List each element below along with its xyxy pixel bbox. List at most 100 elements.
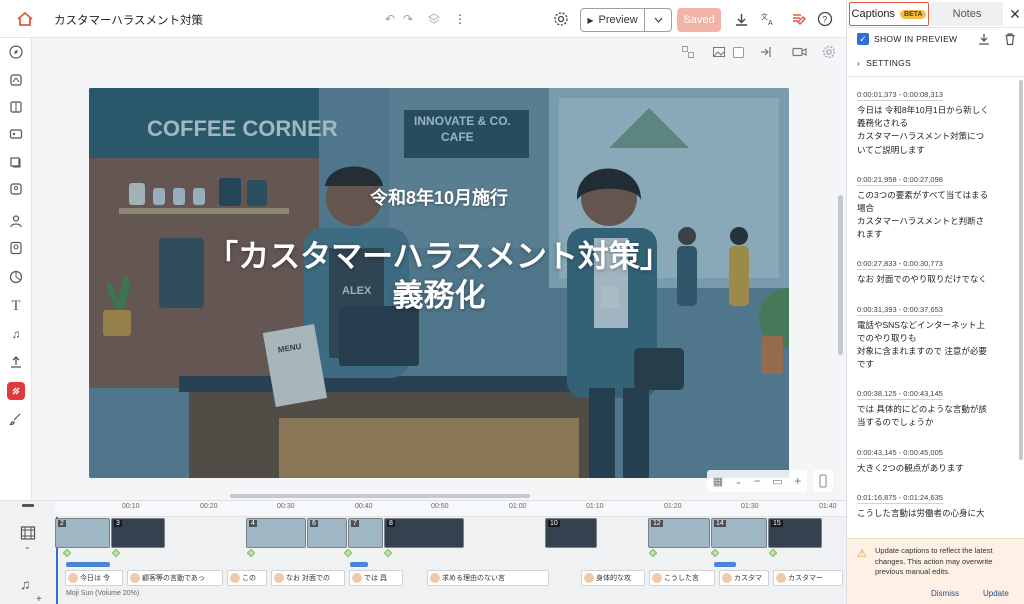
caption-text[interactable]: この3つの要素がすべて当てはまる 場合 カスタマーハラスメントと判断さ れます bbox=[857, 189, 1017, 242]
caption-timecode[interactable]: 0:00:01,373 - 0:00:08,313 bbox=[857, 90, 943, 101]
slide-main-heading[interactable]: 「カスタマーハラスメント対策」 義務化 bbox=[89, 238, 789, 316]
trash-icon[interactable] bbox=[1003, 32, 1017, 46]
grid-dropdown-chevron-icon[interactable]: ⌄ bbox=[735, 476, 743, 487]
download-icon[interactable] bbox=[731, 9, 751, 29]
voice-audio-bar[interactable] bbox=[66, 562, 110, 567]
timeline-ruler[interactable]: 00:10 00:20 00:30 00:40 00:50 01:00 01:1… bbox=[55, 501, 846, 517]
grid-icon[interactable]: ▦ bbox=[713, 475, 723, 488]
timeline-clip[interactable]: 7 bbox=[348, 518, 383, 548]
caption-item[interactable]: 0:01:16,875 - 0:01:24,635 こうした言動は労働者の心身に… bbox=[857, 489, 1017, 520]
captions-edit-icon[interactable] bbox=[789, 9, 809, 29]
background-image-icon[interactable] bbox=[710, 43, 728, 61]
canvas-horizontal-scrollbar[interactable] bbox=[230, 494, 530, 498]
caption-item[interactable]: 0:00:43,145 - 0:00:45,005 大きく2つの観点があります bbox=[857, 444, 1017, 475]
more-vertical-icon[interactable]: ⋮ bbox=[450, 9, 470, 29]
timeline-clip[interactable]: 12 bbox=[648, 518, 710, 548]
zoom-out-icon[interactable]: − bbox=[754, 474, 761, 488]
voiceover-clip[interactable]: カスタマー bbox=[773, 570, 843, 586]
voiceover-clip[interactable]: この bbox=[227, 570, 267, 586]
text-icon[interactable]: T bbox=[7, 297, 25, 315]
video-track-chevron-icon[interactable]: ⌄ bbox=[24, 542, 31, 551]
person-icon[interactable] bbox=[7, 212, 25, 230]
voiceover-clip[interactable]: では 具 bbox=[349, 570, 403, 586]
caption-text[interactable]: では 具体的にどのような言動が該 当するのでしょうか bbox=[857, 403, 1017, 429]
caption-timecode[interactable]: 0:00:38,125 - 0:00:43,145 bbox=[857, 389, 943, 401]
voice-audio-bar[interactable] bbox=[350, 562, 368, 567]
download-captions-icon[interactable] bbox=[977, 32, 991, 46]
caption-text[interactable]: 今日は 令和8年10月1日から新しく 義務化される カスタマーハラスメント対策に… bbox=[857, 104, 1017, 157]
character-icon[interactable] bbox=[7, 239, 25, 257]
timeline-clip[interactable]: 4 bbox=[246, 518, 306, 548]
avatar-icon[interactable] bbox=[7, 180, 25, 198]
dismiss-button[interactable]: Dismiss bbox=[931, 589, 959, 598]
saved-button[interactable]: Saved bbox=[677, 8, 721, 32]
enter-icon[interactable] bbox=[757, 43, 775, 61]
voiceover-clip[interactable]: なお 対面での bbox=[271, 570, 345, 586]
caption-text[interactable]: こうした言動は労働者の心身に大 bbox=[857, 507, 1017, 520]
media-icon[interactable] bbox=[7, 125, 25, 143]
caption-timecode[interactable]: 0:00:21,958 - 0:00:27,098 bbox=[857, 175, 943, 186]
timeline-clip[interactable]: 8 bbox=[384, 518, 464, 548]
canvas-vertical-scrollbar[interactable] bbox=[838, 195, 843, 355]
update-button[interactable]: Update bbox=[983, 589, 1009, 598]
timeline-clip[interactable]: 6 bbox=[307, 518, 347, 548]
settings-expander[interactable]: › SETTINGS bbox=[857, 58, 911, 68]
zoom-in-icon[interactable]: + bbox=[794, 474, 801, 488]
voiceover-clip[interactable]: カスタマ bbox=[719, 570, 769, 586]
chart-pie-icon[interactable] bbox=[7, 268, 25, 286]
caption-text[interactable]: 大きく2つの観点があります bbox=[857, 462, 1017, 475]
caption-list-scrollbar[interactable] bbox=[1019, 80, 1023, 460]
project-title[interactable]: カスタマーハラスメント対策 bbox=[54, 12, 203, 28]
music-track-label[interactable]: Moji Sun (Volume 20%) bbox=[66, 590, 139, 597]
voiceover-clip[interactable]: 求める理由のない言 bbox=[427, 570, 549, 586]
slide-settings-gear-icon[interactable] bbox=[820, 43, 838, 61]
caption-timecode[interactable]: 0:01:16,875 - 0:01:24,635 bbox=[857, 493, 943, 504]
caption-text[interactable]: なお 対面でのやり取りだけでなく bbox=[857, 273, 1017, 286]
app-integration-icon[interactable] bbox=[7, 382, 25, 400]
caption-item[interactable]: 0:00:38,125 - 0:00:43,145 では 具体的にどのような言動… bbox=[857, 385, 1017, 429]
close-icon[interactable]: ✕ bbox=[1007, 6, 1023, 22]
timeline-drag-handle[interactable] bbox=[22, 504, 34, 507]
voiceover-clip[interactable]: こうした言 bbox=[649, 570, 715, 586]
voiceover-clip[interactable]: 今日は 令 bbox=[65, 570, 123, 586]
voiceover-clip[interactable]: 顧客等の言動であっ bbox=[127, 570, 223, 586]
preview-button[interactable]: ▶ Preview bbox=[581, 9, 645, 31]
redo-icon[interactable]: ↷ bbox=[398, 9, 418, 29]
caption-item[interactable]: 0:00:27,833 - 0:00:30,773 なお 対面でのやり取りだけで… bbox=[857, 255, 1017, 286]
swap-layout-icon[interactable] bbox=[679, 43, 697, 61]
caption-timecode[interactable]: 0:00:31,393 - 0:00:37,653 bbox=[857, 305, 943, 316]
brand-kit-icon[interactable] bbox=[7, 71, 25, 89]
layers-icon[interactable] bbox=[424, 9, 444, 29]
slide-subheading[interactable]: 令和8年10月施行 bbox=[89, 184, 789, 210]
translate-icon[interactable]: 文A bbox=[758, 9, 778, 29]
gear-icon[interactable] bbox=[551, 9, 571, 29]
timeline-clip[interactable]: 15 bbox=[768, 518, 822, 548]
slide-preview[interactable]: COFFEE CORNER INNOVATE & CO. CAFE ALEX M… bbox=[89, 88, 789, 478]
tab-captions[interactable]: Captions BETA bbox=[849, 2, 929, 26]
show-in-preview-checkbox[interactable]: ✓ bbox=[857, 33, 869, 45]
music-note-icon[interactable]: ♫ bbox=[7, 325, 25, 343]
timeline-clip[interactable]: 2 bbox=[55, 518, 110, 548]
video-camera-icon[interactable] bbox=[790, 43, 808, 61]
brush-icon[interactable] bbox=[7, 410, 25, 428]
timeline-clip[interactable]: 14 bbox=[711, 518, 767, 548]
preview-dropdown-chevron-icon[interactable] bbox=[645, 9, 671, 31]
voice-audio-bar[interactable] bbox=[714, 562, 736, 567]
caption-text[interactable]: 電話やSNSなどインターネット上 でのやり取りも 対象に含まれますので 注意が必… bbox=[857, 319, 1017, 372]
undo-icon[interactable]: ↶ bbox=[380, 9, 400, 29]
caption-timecode[interactable]: 0:00:27,833 - 0:00:30,773 bbox=[857, 259, 943, 271]
voiceover-clip[interactable]: 身体的な攻 bbox=[581, 570, 645, 586]
tab-notes[interactable]: Notes bbox=[931, 2, 1003, 26]
scenes-icon[interactable] bbox=[7, 153, 25, 171]
timeline-clip[interactable]: 10 bbox=[545, 518, 597, 548]
background-color-swatch[interactable] bbox=[729, 43, 747, 61]
caption-item[interactable]: 0:00:31,393 - 0:00:37,653 電話やSNSなどインターネッ… bbox=[857, 301, 1017, 372]
help-icon[interactable]: ? bbox=[815, 9, 835, 29]
fit-screen-icon[interactable]: ▭ bbox=[772, 475, 782, 488]
templates-icon[interactable] bbox=[7, 98, 25, 116]
caption-item[interactable]: 0:00:21,958 - 0:00:27,098 この3つの要素がすべて当ては… bbox=[857, 171, 1017, 242]
caption-item[interactable]: 0:00:01,373 - 0:00:08,313 今日は 令和8年10月1日か… bbox=[857, 86, 1017, 157]
upload-icon[interactable] bbox=[7, 353, 25, 371]
add-track-icon[interactable]: + bbox=[36, 594, 42, 604]
compass-icon[interactable] bbox=[7, 43, 25, 61]
